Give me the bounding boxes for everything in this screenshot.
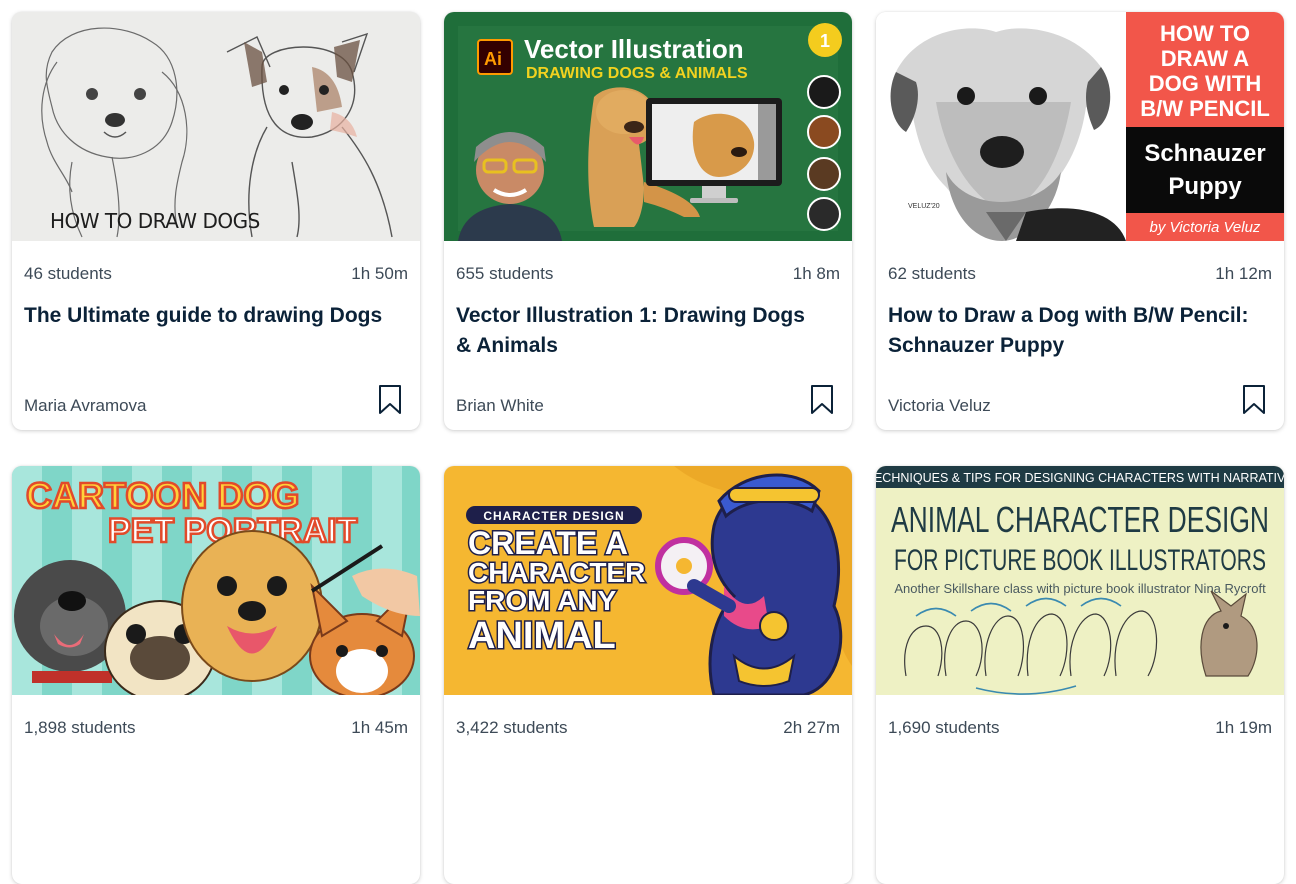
schnauzer-puppy-image: VELUZ'20 HOW TO DRAW A DOG WITH B/W PENC… bbox=[876, 12, 1284, 241]
character-design-image: CHARACTER DESIGN CREATE A CHARACTER FROM… bbox=[444, 466, 852, 695]
lesson-number-badge: 1 bbox=[820, 31, 830, 51]
course-thumbnail[interactable]: HOW TO DRAW DOGS bbox=[12, 12, 420, 241]
course-duration: 1h 8m bbox=[792, 264, 840, 283]
course-author[interactable]: Brian White bbox=[456, 396, 544, 416]
thumb-heading-line: CARTOON DOG bbox=[26, 475, 299, 516]
course-card[interactable]: Ai Vector Illustration DRAWING DOGS & AN… bbox=[444, 12, 852, 430]
course-title[interactable]: The Ultimate guide to drawing Dogs bbox=[24, 301, 390, 331]
thumb-breed-name: Puppy bbox=[1168, 173, 1242, 200]
course-title[interactable]: Vector Illustration 1: Drawing Dogs & An… bbox=[456, 301, 822, 361]
course-duration: 1h 45m bbox=[351, 718, 408, 737]
course-card[interactable]: TECHNIQUES & TIPS FOR DESIGNING CHARACTE… bbox=[876, 466, 1284, 884]
course-card[interactable]: CARTOON DOG PET PORTRAIT 1,898 students … bbox=[12, 466, 420, 884]
thumb-heading-line: ANIMAL CHARACTER DESIGN bbox=[891, 499, 1269, 540]
course-duration: 1h 19m bbox=[1215, 718, 1272, 737]
thumb-heading-line: CREATE A bbox=[468, 525, 628, 561]
thumb-subtitle: DRAWING DOGS & ANIMALS bbox=[526, 65, 748, 82]
artist-signature: VELUZ'20 bbox=[908, 203, 940, 210]
pencil-dog-sketch-image: HOW TO DRAW DOGS bbox=[12, 12, 420, 241]
course-card[interactable]: CHARACTER DESIGN CREATE A CHARACTER FROM… bbox=[444, 466, 852, 884]
thumb-heading-line: ANIMAL bbox=[468, 615, 616, 657]
thumb-breed-name: Schnauzer bbox=[1144, 140, 1265, 167]
course-card[interactable]: VELUZ'20 HOW TO DRAW A DOG WITH B/W PENC… bbox=[876, 12, 1284, 430]
thumb-heading-line: FOR PICTURE BOOK ILLUSTRATORS bbox=[894, 544, 1266, 577]
thumb-heading-line: B/W PENCIL bbox=[1140, 96, 1270, 121]
student-count: 1,690 students bbox=[888, 718, 1000, 737]
student-count: 1,898 students bbox=[24, 718, 136, 737]
thumb-heading-line: CHARACTER bbox=[468, 557, 645, 588]
thumb-heading-line: DOG WITH bbox=[1149, 71, 1261, 96]
course-duration: 1h 12m bbox=[1215, 264, 1272, 283]
course-thumbnail[interactable]: CARTOON DOG PET PORTRAIT bbox=[12, 466, 420, 695]
vector-illustration-image: Ai Vector Illustration DRAWING DOGS & AN… bbox=[444, 12, 852, 241]
bookmark-icon[interactable] bbox=[810, 384, 834, 416]
thumb-byline: by Victoria Veluz bbox=[1150, 219, 1261, 236]
course-thumbnail[interactable]: CHARACTER DESIGN CREATE A CHARACTER FROM… bbox=[444, 466, 852, 695]
thumb-heading-line: HOW TO bbox=[1160, 21, 1250, 46]
student-count: 46 students bbox=[24, 264, 112, 283]
animal-character-design-image: TECHNIQUES & TIPS FOR DESIGNING CHARACTE… bbox=[876, 466, 1284, 695]
course-duration: 2h 27m bbox=[783, 718, 840, 737]
thumb-title: Vector Illustration bbox=[524, 34, 744, 64]
course-card[interactable]: HOW TO DRAW DOGS 46 students 1h 50m The … bbox=[12, 12, 420, 430]
bookmark-icon[interactable] bbox=[1242, 384, 1266, 416]
student-count: 655 students bbox=[456, 264, 554, 283]
course-thumbnail[interactable]: VELUZ'20 HOW TO DRAW A DOG WITH B/W PENC… bbox=[876, 12, 1284, 241]
course-duration: 1h 50m bbox=[351, 264, 408, 283]
thumb-heading-line: FROM ANY bbox=[468, 585, 617, 616]
course-author[interactable]: Victoria Veluz bbox=[888, 396, 991, 416]
course-thumbnail[interactable]: Ai Vector Illustration DRAWING DOGS & AN… bbox=[444, 12, 852, 241]
thumb-tag: CHARACTER DESIGN bbox=[483, 509, 624, 523]
thumb-caption: HOW TO DRAW DOGS bbox=[50, 209, 260, 233]
student-count: 3,422 students bbox=[456, 718, 568, 737]
thumb-banner: TECHNIQUES & TIPS FOR DESIGNING CHARACTE… bbox=[876, 471, 1284, 485]
thumb-heading-line: DRAW A bbox=[1161, 46, 1250, 71]
cartoon-dog-portrait-image: CARTOON DOG PET PORTRAIT bbox=[12, 466, 420, 695]
course-thumbnail[interactable]: TECHNIQUES & TIPS FOR DESIGNING CHARACTE… bbox=[876, 466, 1284, 695]
adobe-illustrator-icon: Ai bbox=[484, 49, 502, 69]
thumb-subheading: Another Skillshare class with picture bo… bbox=[894, 581, 1266, 596]
course-title[interactable]: How to Draw a Dog with B/W Pencil: Schna… bbox=[888, 301, 1254, 361]
student-count: 62 students bbox=[888, 264, 976, 283]
bookmark-icon[interactable] bbox=[378, 384, 402, 416]
course-author[interactable]: Maria Avramova bbox=[24, 396, 147, 416]
